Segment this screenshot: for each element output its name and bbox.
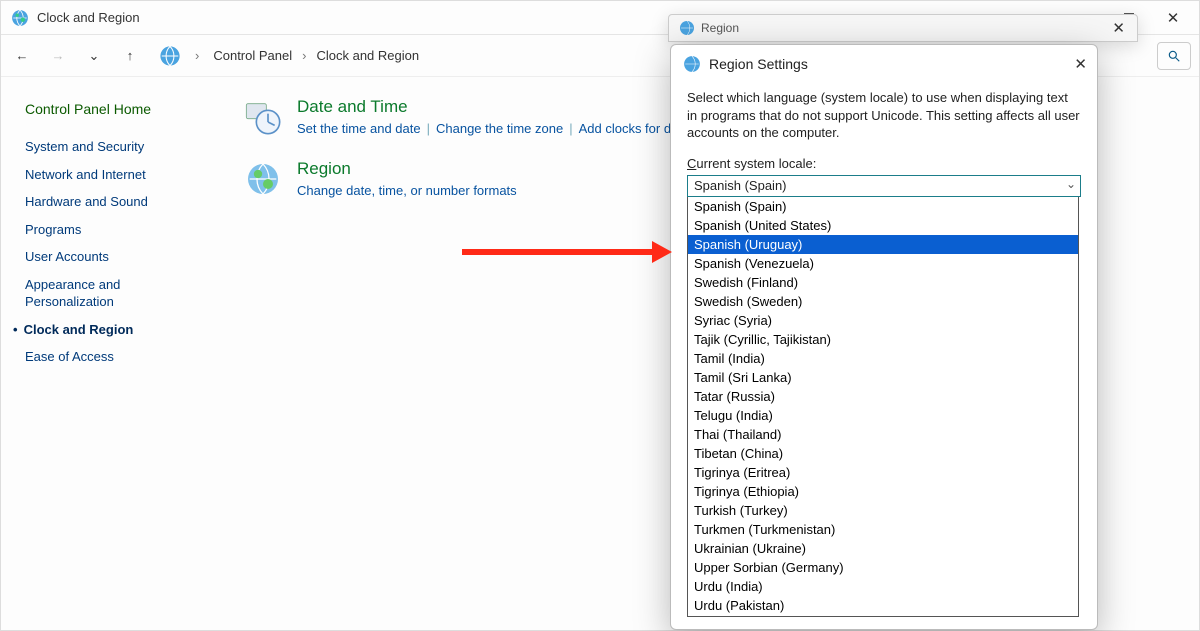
category-link[interactable]: Change date, time, or number formats [297, 183, 517, 198]
close-button[interactable]: ✕ [1151, 3, 1195, 33]
locale-option[interactable]: Upper Sorbian (Germany) [688, 558, 1078, 577]
globe-icon [679, 20, 695, 36]
locale-option[interactable]: Tatar (Russia) [688, 387, 1078, 406]
category-link[interactable]: Add clocks for d [579, 121, 672, 136]
sidebar-item[interactable]: Clock and Region [25, 316, 201, 344]
globe-icon [683, 55, 701, 73]
locale-option[interactable]: Spanish (United States) [688, 216, 1078, 235]
control-panel-home-link[interactable]: Control Panel Home [25, 101, 201, 117]
category-link[interactable]: Set the time and date [297, 121, 421, 136]
back-button[interactable]: ← [9, 43, 35, 69]
crumb-control-panel[interactable]: Control Panel [209, 46, 296, 65]
dialog-title: Region Settings [709, 56, 808, 72]
search-input[interactable] [1157, 42, 1191, 70]
locale-combobox[interactable]: Spanish (Spain) [687, 175, 1081, 197]
locale-option[interactable]: Thai (Thailand) [688, 425, 1078, 444]
sidebar: Control Panel Home System and SecurityNe… [1, 77, 213, 630]
sidebar-item[interactable]: System and Security [25, 133, 201, 161]
category-title[interactable]: Date and Time [297, 97, 671, 117]
locale-option[interactable]: Spanish (Venezuela) [688, 254, 1078, 273]
sidebar-item[interactable]: Ease of Access [25, 343, 201, 371]
up-button[interactable]: ↑ [117, 43, 143, 69]
separator: | [427, 121, 430, 136]
locale-option[interactable]: Tibetan (China) [688, 444, 1078, 463]
sidebar-item[interactable]: Network and Internet [25, 161, 201, 189]
crumb-clock-region[interactable]: Clock and Region [312, 46, 423, 65]
locale-option[interactable]: Turkmen (Turkmenistan) [688, 520, 1078, 539]
sidebar-item[interactable]: User Accounts [25, 243, 201, 271]
locale-option[interactable]: Telugu (India) [688, 406, 1078, 425]
region-window-title: Region [701, 21, 739, 35]
locale-option[interactable]: Urdu (India) [688, 577, 1078, 596]
dialog-close-button[interactable]: ✕ [1074, 55, 1087, 73]
locale-option[interactable]: Turkish (Turkey) [688, 501, 1078, 520]
window-title: Clock and Region [37, 10, 140, 25]
locale-option[interactable]: Uyghur (China) [688, 615, 1078, 617]
region-window-close-button[interactable]: ✕ [1106, 19, 1131, 37]
clock-icon [243, 97, 283, 137]
locale-option[interactable]: Syriac (Syria) [688, 311, 1078, 330]
locale-option[interactable]: Swedish (Sweden) [688, 292, 1078, 311]
breadcrumb-sep: › [195, 48, 199, 63]
combo-selected-value: Spanish (Spain) [694, 178, 787, 193]
locale-option[interactable]: Tamil (India) [688, 349, 1078, 368]
locale-option[interactable]: Spanish (Spain) [688, 197, 1078, 216]
category-title[interactable]: Region [297, 159, 517, 179]
separator: | [569, 121, 572, 136]
locale-option[interactable]: Urdu (Pakistan) [688, 596, 1078, 615]
region-window-titlebar: Region ✕ [668, 14, 1138, 42]
locale-dropdown-list[interactable]: Spanish (Spain)Spanish (United States)Sp… [687, 197, 1079, 617]
locale-option[interactable]: Spanish (Uruguay) [688, 235, 1078, 254]
locale-option[interactable]: Ukrainian (Ukraine) [688, 539, 1078, 558]
dialog-description: Select which language (system locale) to… [687, 89, 1081, 142]
forward-button[interactable]: → [45, 43, 71, 69]
locale-option[interactable]: Tigrinya (Eritrea) [688, 463, 1078, 482]
recent-dropdown[interactable]: ⌄ [81, 43, 107, 69]
address-globe-icon [159, 45, 181, 67]
locale-option[interactable]: Tigrinya (Ethiopia) [688, 482, 1078, 501]
dialog-titlebar: Region Settings ✕ [671, 45, 1097, 81]
locale-option[interactable]: Tamil (Sri Lanka) [688, 368, 1078, 387]
search-icon [1167, 49, 1181, 63]
sidebar-item[interactable]: Appearance and Personalization [25, 271, 201, 316]
chevron-right-icon: › [302, 48, 306, 63]
sidebar-item[interactable]: Hardware and Sound [25, 188, 201, 216]
category-link[interactable]: Change the time zone [436, 121, 563, 136]
locale-option[interactable]: Swedish (Finland) [688, 273, 1078, 292]
region-settings-dialog: Region Settings ✕ Select which language … [670, 44, 1098, 630]
breadcrumb: Control Panel › Clock and Region [209, 46, 423, 65]
sidebar-item[interactable]: Programs [25, 216, 201, 244]
globe-icon [11, 9, 29, 27]
locale-option[interactable]: Tajik (Cyrillic, Tajikistan) [688, 330, 1078, 349]
locale-label: Current system locale: [687, 156, 1081, 171]
region-globe-icon [243, 159, 283, 199]
